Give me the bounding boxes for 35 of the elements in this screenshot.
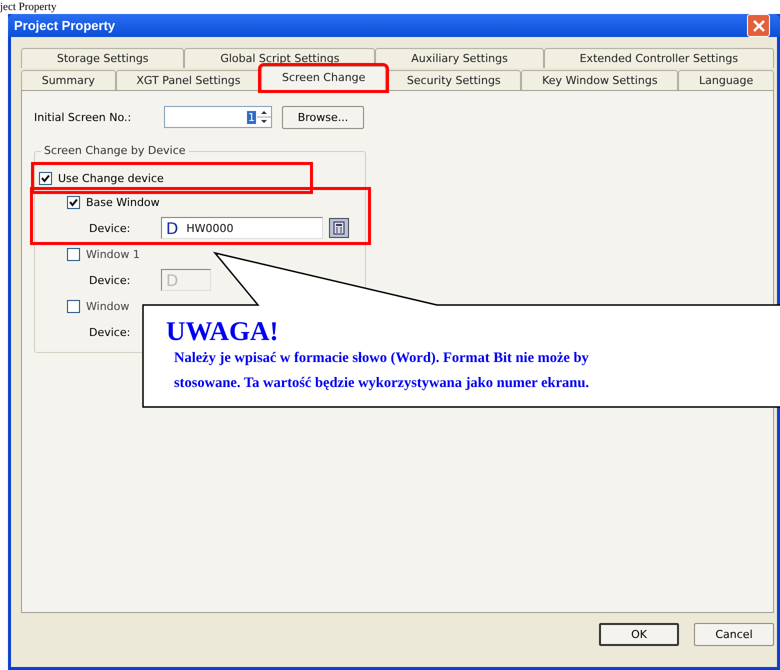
tab[interactable]: Language xyxy=(678,70,774,90)
tab[interactable]: Security Settings xyxy=(386,70,522,90)
checkbox-label: Use Change device xyxy=(58,172,164,184)
field-label: Device: xyxy=(89,222,132,234)
device-prefix: D xyxy=(166,270,178,290)
device-value: HW0000 xyxy=(186,222,234,234)
close-button[interactable] xyxy=(747,14,770,37)
calculator-icon[interactable] xyxy=(329,218,349,238)
checkbox-label: Window 1 xyxy=(86,248,140,260)
callout-text: Należy je wpisać w formacie słowo (Word). Format Bit nie może by xyxy=(174,349,590,368)
tab[interactable]: Screen Change xyxy=(261,66,386,90)
group-title: Screen Change by Device xyxy=(41,144,189,157)
field-label: Device: xyxy=(89,274,132,286)
callout-text: stosowane. Ta wartość będzie wykorzystywana jako numer ekranu. xyxy=(174,374,590,393)
checkbox[interactable] xyxy=(67,196,80,208)
tab[interactable]: Storage Settings xyxy=(21,48,184,68)
close-icon xyxy=(752,18,766,32)
dialog-button[interactable]: Cancel xyxy=(694,623,774,646)
field-label: Initial Screen No.: xyxy=(34,110,132,124)
number-field[interactable]: 1 xyxy=(164,106,272,128)
tab[interactable]: Key Window Settings xyxy=(521,70,678,90)
checkbox-label: Base Window xyxy=(86,196,160,208)
checkbox-label: Window xyxy=(86,300,130,312)
dialog-button[interactable]: OK xyxy=(599,623,679,646)
device-field[interactable]: D HW0000 xyxy=(161,217,323,239)
callout-heading: UWAGA! xyxy=(166,316,280,346)
device-prefix: D xyxy=(166,218,178,238)
tab[interactable]: Extended Controller Settings xyxy=(544,48,774,68)
checkbox[interactable] xyxy=(39,172,52,184)
tab[interactable]: Auxiliary Settings xyxy=(375,48,544,68)
field-label: Device: xyxy=(89,326,132,338)
browse-button[interactable]: Browse... xyxy=(282,106,364,128)
window-title: Project Property xyxy=(14,18,116,33)
tab[interactable]: Summary xyxy=(21,70,116,90)
document-caption: ject Property xyxy=(0,0,58,14)
